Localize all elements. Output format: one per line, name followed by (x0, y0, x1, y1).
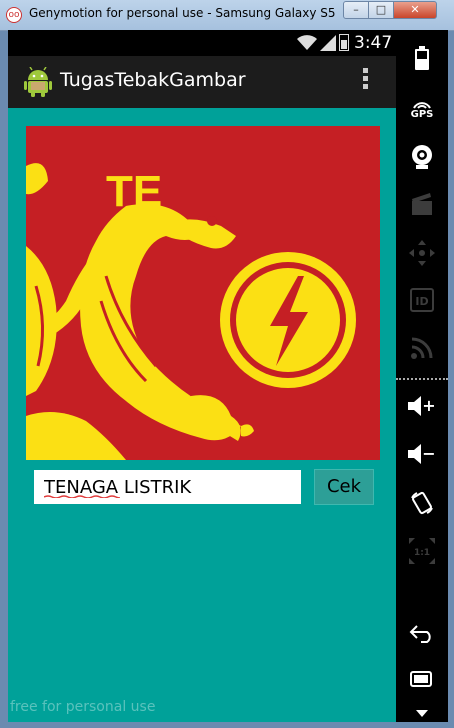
volume-down-label: − (422, 444, 435, 463)
action-bar: TugasTebakGambar (8, 56, 396, 108)
wifi-icon (297, 35, 317, 50)
sidebar-divider (396, 378, 448, 380)
id-label: ID (415, 295, 428, 308)
close-button[interactable]: ✕ (393, 1, 437, 19)
remote-control-widget-icon[interactable] (402, 240, 442, 270)
network-widget-icon[interactable] (402, 336, 442, 366)
signal-icon (320, 35, 336, 51)
screencast-widget-icon[interactable] (402, 192, 442, 222)
maximize-button[interactable]: □ (368, 1, 394, 19)
home-button-icon[interactable] (402, 668, 442, 698)
genymotion-logo-icon: oo (6, 7, 22, 23)
overflow-menu-icon[interactable] (360, 68, 370, 96)
gps-label: GPS (410, 109, 434, 120)
battery-widget-icon[interactable] (402, 46, 442, 76)
back-button-icon[interactable] (402, 620, 442, 650)
spellcheck-underline (44, 495, 120, 498)
status-bar: 3:47 (8, 30, 396, 56)
pixel-perfect-button[interactable]: 1:1 (402, 538, 442, 568)
answer-field[interactable] (34, 470, 301, 504)
emulator-screen: 3:47 TugasTebakGambar TE TENAGA LISTRIK … (8, 30, 448, 722)
dragon-and-lightning-image: TE (26, 126, 380, 460)
answer-input[interactable] (34, 470, 294, 504)
identifiers-widget-icon[interactable]: ID (402, 288, 442, 318)
webcam-widget-icon[interactable] (402, 144, 442, 174)
volume-up-button[interactable]: + (402, 394, 442, 424)
gps-widget-icon[interactable]: GPS (402, 96, 442, 126)
check-button[interactable]: Cek (314, 469, 374, 505)
app-content: TE TENAGA LISTRIK Cek free for personal … (8, 108, 396, 722)
watermark: free for personal use (10, 699, 156, 715)
android-robot-icon (24, 67, 52, 97)
window-titlebar: oo Genymotion for personal use - Samsung… (0, 0, 454, 31)
volume-up-label: + (422, 396, 435, 415)
more-chevron-icon[interactable] (402, 702, 442, 718)
pixel-label: 1:1 (414, 548, 430, 558)
app-title: TugasTebakGambar (60, 69, 246, 91)
rotate-screen-button[interactable] (402, 490, 442, 520)
genymotion-sidebar: GPS ID + − 1:1 (396, 30, 448, 722)
puzzle-image: TE (26, 126, 380, 460)
minimize-button[interactable]: – (343, 1, 369, 19)
clock: 3:47 (354, 33, 393, 53)
volume-down-button[interactable]: − (402, 442, 442, 472)
battery-icon (339, 34, 349, 51)
window-title: Genymotion for personal use - Samsung Ga… (29, 6, 339, 20)
